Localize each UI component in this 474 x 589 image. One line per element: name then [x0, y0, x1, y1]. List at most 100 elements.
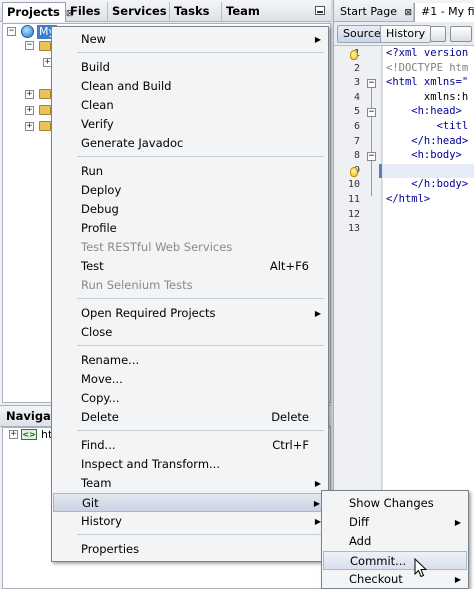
menu-item-clean[interactable]: Clean	[53, 96, 327, 115]
menu-item-label: Rename...	[81, 353, 140, 367]
code-line: </h:body>	[386, 178, 469, 191]
git-menu-item-commit[interactable]: Commit...	[323, 551, 467, 570]
git-menu-item-add[interactable]: Add	[323, 532, 467, 551]
tab-tasks-label: Tasks	[174, 4, 210, 18]
tab-start-page[interactable]: Start Page ⊠	[334, 3, 414, 22]
fold-icon[interactable]: −	[367, 108, 376, 117]
submenu-arrow-icon: ▶	[314, 35, 321, 44]
mouse-cursor-icon	[414, 558, 428, 578]
menu-item-move[interactable]: Move...	[53, 370, 327, 389]
back-icon[interactable]	[430, 26, 446, 42]
menu-item-label: Clean and Build	[81, 79, 172, 93]
menu-item-label: Run	[81, 164, 104, 178]
menu-separator	[77, 52, 324, 53]
menu-item-close[interactable]: Close	[53, 323, 327, 342]
menu-item-label: Test RESTful Web Services	[81, 240, 233, 254]
line-number: 3	[353, 77, 360, 89]
tab-document-label: #1 - My first	[421, 5, 474, 18]
menu-item-profile[interactable]: Profile	[53, 219, 327, 238]
menu-item-label: Deploy	[81, 183, 122, 197]
fold-icon[interactable]: −	[367, 152, 376, 161]
menu-item-new[interactable]: New ▶	[53, 30, 327, 49]
git-menu-item-label: Show Changes	[349, 496, 434, 510]
line-number: 2	[353, 62, 360, 74]
expand-icon[interactable]: +	[25, 106, 34, 115]
git-menu-item-label: Diff	[349, 515, 369, 529]
tab-team[interactable]: Team	[222, 2, 272, 22]
git-menu-item-diff[interactable]: Diff ▶	[323, 513, 467, 532]
hint-bulb-icon[interactable]	[350, 167, 358, 177]
code-line: </html>	[386, 193, 431, 205]
folder-icon	[39, 41, 51, 51]
menu-separator	[77, 298, 324, 299]
expand-icon[interactable]: +	[9, 430, 18, 439]
submenu-arrow-icon: ▶	[454, 518, 461, 527]
menu-item-label: Delete	[81, 410, 119, 424]
line-number: 10	[347, 179, 360, 191]
menu-item-inspect-and-transform[interactable]: Inspect and Transform...	[53, 455, 327, 474]
menu-item-test-restful-web-services: Test RESTful Web Services	[53, 238, 327, 257]
menu-item-run-selenium-tests: Run Selenium Tests	[53, 276, 327, 295]
menu-item-delete[interactable]: Delete Delete	[53, 408, 327, 427]
editor-toolbar: Source History	[334, 22, 474, 46]
menu-separator	[77, 430, 324, 431]
menu-item-clean-and-build[interactable]: Clean and Build	[53, 77, 327, 96]
line-number: 5	[353, 106, 360, 118]
editor-tab-bar: Start Page ⊠ #1 - My first	[334, 0, 474, 22]
code-line: xmlns:h	[386, 90, 469, 103]
code-line: <!DOCTYPE htm	[386, 61, 469, 74]
menu-item-open-required-projects[interactable]: Open Required Projects ▶	[53, 304, 327, 323]
menu-separator	[77, 534, 324, 535]
tab-files-label: Files	[70, 4, 101, 18]
menu-item-build[interactable]: Build	[53, 58, 327, 77]
collapse-icon[interactable]: −	[7, 27, 16, 36]
menu-item-copy[interactable]: Copy...	[53, 389, 327, 408]
minimize-icon[interactable]	[315, 6, 325, 15]
menu-separator	[77, 345, 324, 346]
menu-item-label: Debug	[81, 202, 119, 216]
tab-services[interactable]: Services	[108, 2, 170, 22]
fold-icon[interactable]: −	[367, 79, 376, 88]
tab-tasks[interactable]: Tasks	[170, 2, 222, 22]
menu-item-deploy[interactable]: Deploy	[53, 181, 327, 200]
current-line-highlight	[379, 164, 474, 178]
dropdown-icon[interactable]	[450, 26, 472, 42]
menu-item-rename[interactable]: Rename...	[53, 351, 327, 370]
menu-item-run[interactable]: Run	[53, 162, 327, 181]
submenu-arrow-icon: ▶	[454, 575, 461, 584]
tab-files[interactable]: Files	[66, 2, 108, 22]
tab-projects[interactable]: Projects ⊠	[2, 2, 73, 22]
menu-item-label: Team	[81, 476, 112, 490]
menu-item-find[interactable]: Find... Ctrl+F	[53, 436, 327, 455]
close-icon[interactable]: ⊠	[405, 8, 413, 18]
expand-icon[interactable]: +	[25, 90, 34, 99]
menu-item-properties[interactable]: Properties	[53, 540, 327, 559]
menu-item-test[interactable]: Test Alt+F6	[53, 257, 327, 276]
collapse-icon[interactable]: −	[25, 41, 34, 50]
menu-item-label: Verify	[81, 117, 114, 131]
hint-bulb-icon[interactable]	[350, 50, 358, 60]
menu-item-label: Profile	[81, 221, 117, 235]
menu-item-team[interactable]: Team ▶	[53, 474, 327, 493]
menu-item-debug[interactable]: Debug	[53, 200, 327, 219]
menu-item-git[interactable]: Git ▶	[53, 493, 327, 512]
tab-document[interactable]: #1 - My first	[414, 3, 474, 22]
history-button[interactable]: History	[380, 25, 432, 43]
git-menu-item-checkout[interactable]: Checkout ▶	[323, 570, 467, 589]
html-file-icon: <>	[21, 429, 37, 440]
menu-item-verify[interactable]: Verify	[53, 115, 327, 134]
code-line: <?xml version	[386, 47, 469, 59]
code-line: </h:head>	[386, 134, 469, 147]
git-menu-item-label: Add	[349, 534, 372, 548]
expand-icon[interactable]: +	[25, 122, 34, 131]
menu-item-label: History	[81, 514, 122, 528]
git-menu-item-label: Checkout	[349, 572, 403, 586]
git-menu-item-show-changes[interactable]: Show Changes	[323, 494, 467, 513]
menu-item-label: Find...	[81, 438, 116, 452]
menu-separator	[77, 156, 324, 157]
menu-item-label: Properties	[81, 542, 140, 556]
menu-item-label: Generate Javadoc	[81, 136, 184, 150]
menu-item-history[interactable]: History ▶	[53, 512, 327, 531]
menu-item-generate-javadoc[interactable]: Generate Javadoc	[53, 134, 327, 153]
menu-item-label: Clean	[81, 98, 114, 112]
